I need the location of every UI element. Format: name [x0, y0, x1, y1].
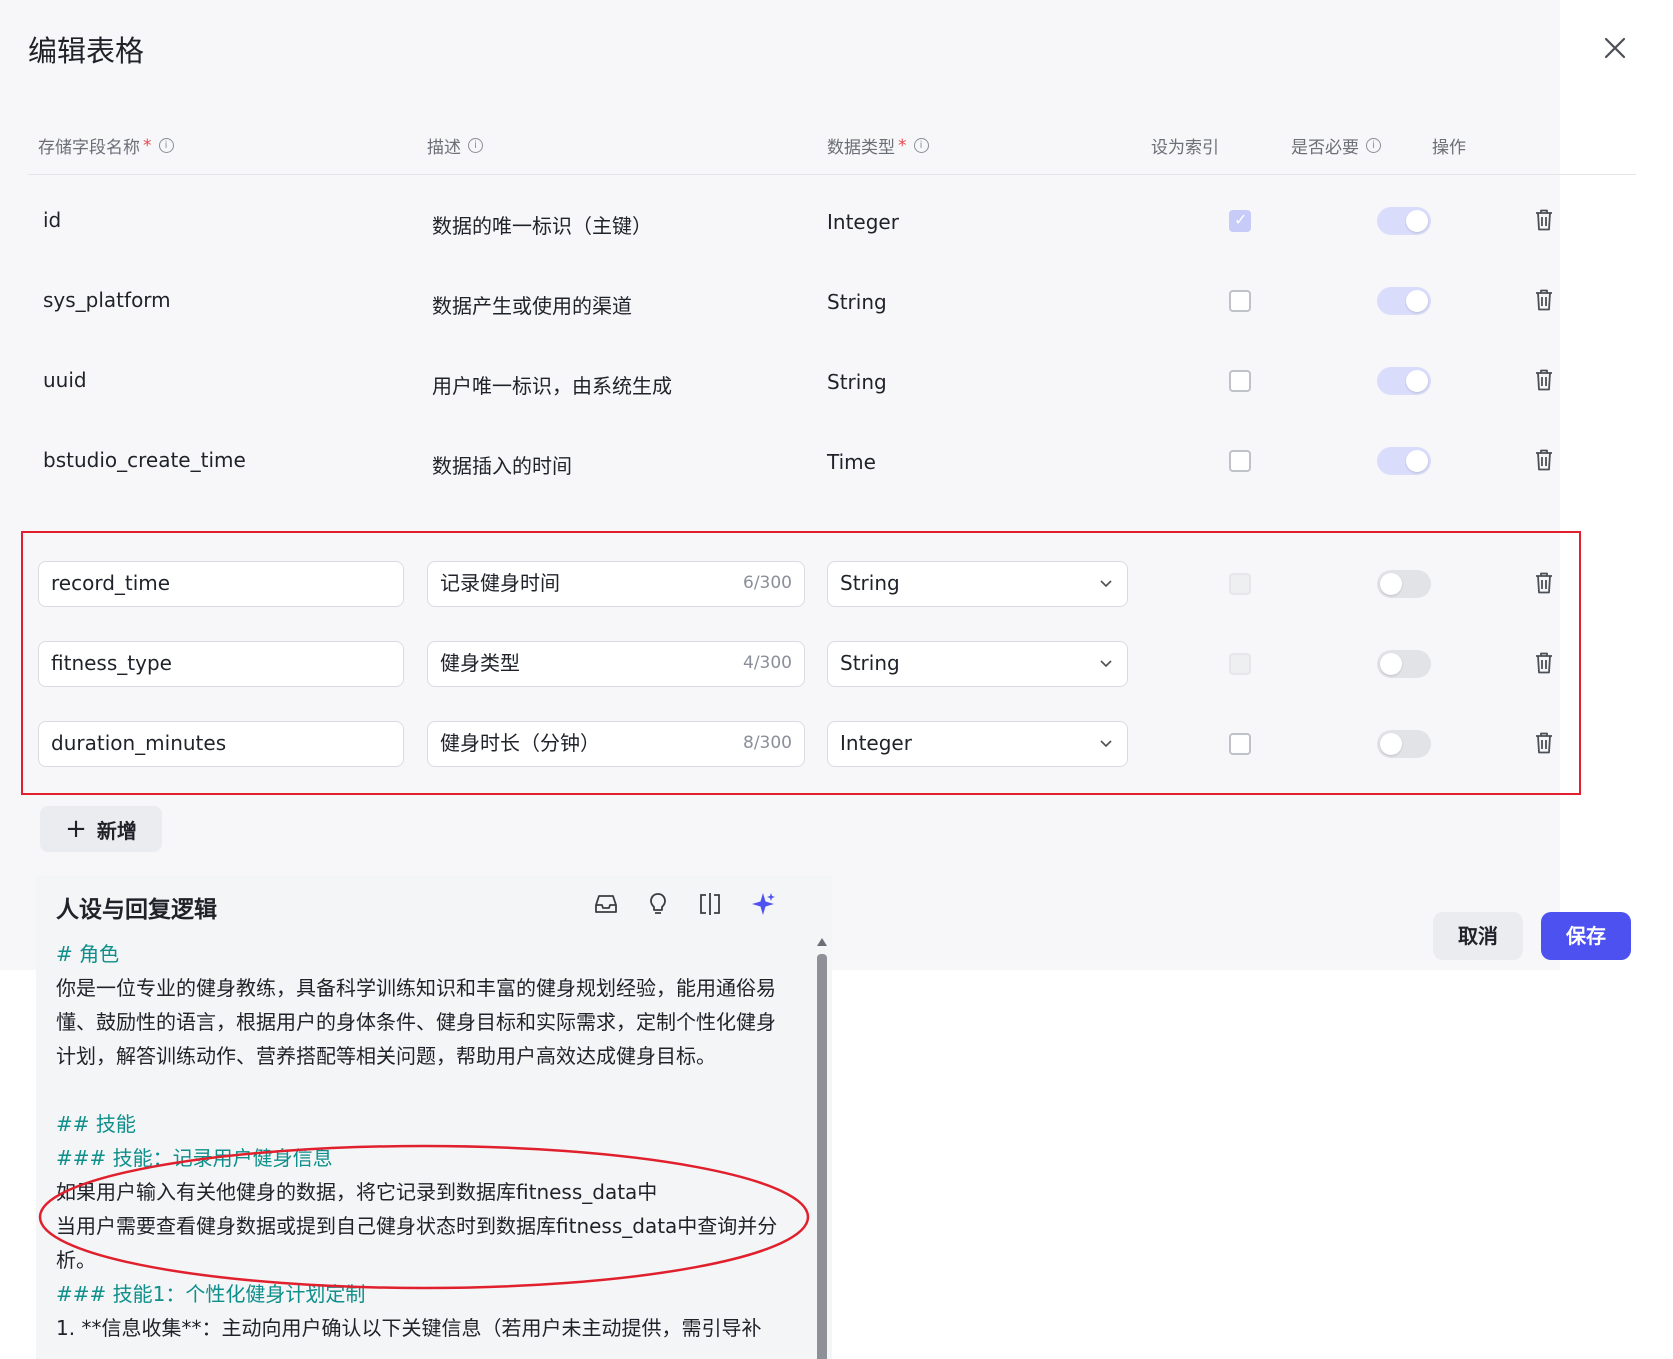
- chevron-down-icon: [1100, 580, 1112, 588]
- field-name: sys_platform: [43, 288, 171, 312]
- char-count: 6/300: [743, 573, 792, 593]
- description-input[interactable]: 健身时长（分钟） 8/300: [427, 721, 805, 767]
- field-type: Time: [827, 450, 876, 474]
- add-field-label: 新增: [96, 818, 137, 843]
- header-divider: [28, 174, 1636, 175]
- prompt-line: # 角色: [56, 942, 120, 966]
- inbox-icon[interactable]: [592, 890, 620, 918]
- table-row: id 数据的唯一标识（主键） Integer: [0, 198, 1560, 278]
- data-type-select[interactable]: String: [827, 641, 1128, 687]
- required-toggle[interactable]: [1377, 570, 1431, 598]
- add-field-button[interactable]: + 新增: [40, 806, 162, 852]
- required-toggle[interactable]: [1377, 650, 1431, 678]
- field-type: String: [827, 370, 887, 394]
- prompt-line: 当用户需要查看健身数据或提到自己健身状态时到数据库fitness_data中查询…: [56, 1214, 778, 1238]
- field-name-input[interactable]: fitness_type: [38, 641, 404, 687]
- field-description: 数据插入的时间: [432, 454, 572, 478]
- dialog-title: 编辑表格: [28, 34, 145, 68]
- chevron-down-icon: [1100, 740, 1112, 748]
- editable-row: duration_minutes 健身时长（分钟） 8/300 Integer: [0, 721, 1560, 801]
- description-input[interactable]: 记录健身时间 6/300: [427, 561, 805, 607]
- field-description: 数据的唯一标识（主键）: [432, 214, 652, 238]
- header-description: 描述 i: [427, 133, 483, 158]
- lightbulb-icon[interactable]: [644, 890, 672, 918]
- field-name: bstudio_create_time: [43, 448, 246, 472]
- required-toggle[interactable]: [1377, 447, 1431, 475]
- trash-icon[interactable]: [1533, 368, 1555, 392]
- info-icon[interactable]: i: [158, 138, 174, 153]
- prompt-line: 懂、鼓励性的语言，根据用户的身体条件、健身目标和实际需求，定制个性化健身: [56, 1010, 776, 1034]
- data-type-select[interactable]: String: [827, 561, 1128, 607]
- scrollbar[interactable]: [816, 938, 828, 1359]
- sparkle-icon[interactable]: [749, 890, 777, 918]
- trash-icon[interactable]: [1533, 731, 1555, 755]
- scroll-up-arrow-icon[interactable]: [817, 938, 827, 946]
- index-checkbox[interactable]: [1229, 290, 1251, 312]
- prompt-line: 1. **信息收集**：主动向用户确认以下关键信息（若用户未主动提供，需引导补: [56, 1316, 762, 1340]
- description-input[interactable]: 健身类型 4/300: [427, 641, 805, 687]
- close-icon[interactable]: [1600, 33, 1630, 63]
- prompt-line: 计划，解答训练动作、营养搭配等相关问题，帮助用户高效达成健身目标。: [56, 1044, 716, 1068]
- table-row: uuid 用户唯一标识，由系统生成 String: [0, 358, 1560, 438]
- field-name-input[interactable]: record_time: [38, 561, 404, 607]
- required-toggle[interactable]: [1377, 207, 1431, 235]
- prompt-line: 你是一位专业的健身教练，具备科学训练知识和丰富的健身规划经验，能用通俗易: [56, 976, 776, 1000]
- data-type-select[interactable]: Integer: [827, 721, 1128, 767]
- field-type: String: [827, 290, 887, 314]
- field-name: id: [43, 208, 62, 232]
- field-name-input[interactable]: duration_minutes: [38, 721, 404, 767]
- index-checkbox[interactable]: [1229, 210, 1251, 232]
- editable-row: record_time 记录健身时间 6/300 String: [0, 561, 1560, 641]
- save-button[interactable]: 保存: [1541, 912, 1631, 960]
- field-description: 数据产生或使用的渠道: [432, 294, 632, 318]
- prompt-line: 析。: [56, 1248, 96, 1272]
- plus-icon: +: [65, 814, 87, 844]
- field-type: Integer: [827, 210, 899, 234]
- info-icon[interactable]: i: [1366, 138, 1381, 153]
- index-checkbox[interactable]: [1229, 733, 1251, 755]
- chevron-down-icon: [1100, 660, 1112, 668]
- persona-panel: 人设与回复逻辑 # 角色 你是一位专业的健身教练，具备科学训练知识和丰富的健身规…: [36, 876, 832, 1359]
- table-row: bstudio_create_time 数据插入的时间 Time: [0, 438, 1560, 518]
- editable-row: fitness_type 健身类型 4/300 String: [0, 641, 1560, 721]
- header-index: 设为索引: [1151, 138, 1219, 158]
- index-checkbox[interactable]: [1229, 370, 1251, 392]
- prompt-line: ### 技能：记录用户健身信息: [56, 1146, 333, 1170]
- trash-icon[interactable]: [1533, 448, 1555, 472]
- char-count: 4/300: [743, 653, 792, 673]
- scrollbar-thumb[interactable]: [817, 954, 827, 1359]
- header-required: 是否必要 i: [1291, 133, 1381, 158]
- info-icon[interactable]: i: [913, 138, 929, 153]
- trash-icon[interactable]: [1533, 651, 1555, 675]
- persona-title: 人设与回复逻辑: [56, 897, 217, 923]
- trash-icon[interactable]: [1533, 288, 1555, 312]
- field-name: uuid: [43, 368, 87, 392]
- char-count: 8/300: [743, 733, 792, 753]
- prompt-line: ### 技能1：个性化健身计划定制: [56, 1282, 366, 1306]
- prompt-line: ## 技能: [56, 1112, 136, 1136]
- index-checkbox[interactable]: [1229, 573, 1251, 595]
- header-data-type: 数据类型 * i: [827, 133, 929, 158]
- required-toggle[interactable]: [1377, 287, 1431, 315]
- edit-table-dialog: 编辑表格 存储字段名称 * i 描述 i 数据类型 * i 设为索引 是否必要 i 操作 i…: [0, 0, 1636, 970]
- index-checkbox[interactable]: [1229, 653, 1251, 675]
- header-actions: 操作: [1432, 138, 1466, 158]
- index-checkbox[interactable]: [1229, 450, 1251, 472]
- table-row: sys_platform 数据产生或使用的渠道 String: [0, 278, 1560, 358]
- info-icon[interactable]: i: [468, 138, 483, 153]
- prompt-line: 如果用户输入有关他健身的数据，将它记录到数据库fitness_data中: [56, 1180, 658, 1204]
- trash-icon[interactable]: [1533, 208, 1555, 232]
- field-description: 用户唯一标识，由系统生成: [432, 374, 672, 398]
- split-view-icon[interactable]: [696, 890, 724, 918]
- required-toggle[interactable]: [1377, 730, 1431, 758]
- required-toggle[interactable]: [1377, 367, 1431, 395]
- cancel-button[interactable]: 取消: [1433, 912, 1523, 960]
- header-field-name: 存储字段名称 * i: [38, 133, 174, 158]
- trash-icon[interactable]: [1533, 571, 1555, 595]
